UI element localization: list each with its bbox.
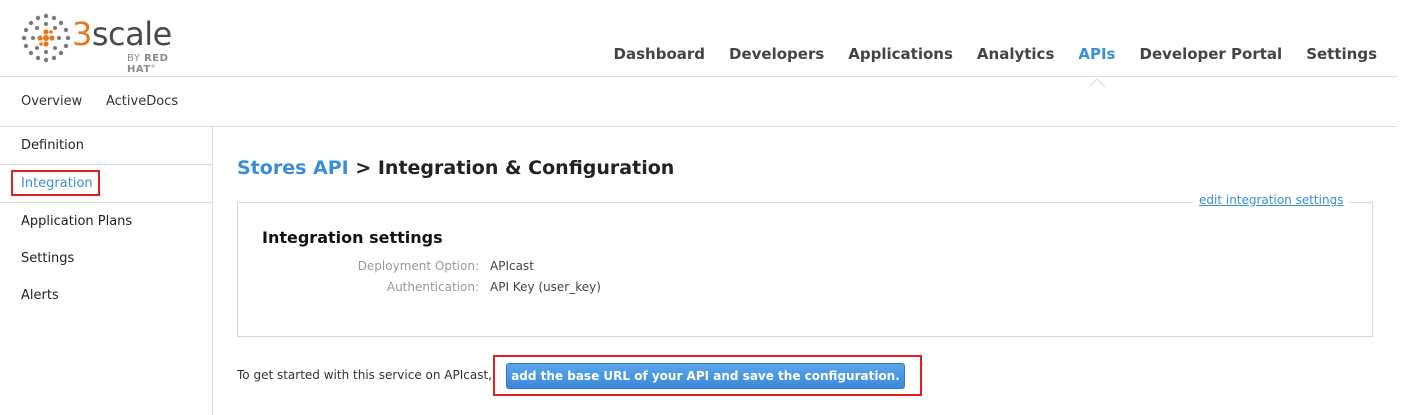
main-nav: Dashboard Developers Applications Analyt… [614, 45, 1377, 87]
edit-integration-settings-link[interactable]: edit integration settings [1193, 193, 1350, 207]
api-name-link[interactable]: Stores API [237, 157, 349, 179]
subnav-overview[interactable]: Overview [21, 94, 82, 109]
nav-developers[interactable]: Developers [729, 45, 824, 63]
page-title-rest: > Integration & Configuration [348, 157, 675, 179]
nav-apis[interactable]: APIs [1078, 45, 1116, 87]
sub-nav: Overview ActiveDocs [0, 77, 1397, 127]
deployment-option-label: Deployment Option: [357, 259, 479, 273]
sidebar: Definition Integration Application Plans… [0, 127, 213, 415]
nav-analytics[interactable]: Analytics [977, 45, 1054, 63]
logo-wordmark: 3scale [72, 15, 172, 53]
logo-byline: BY RED HAT° [127, 53, 169, 75]
authentication-label: Authentication: [386, 280, 479, 294]
page-title: Stores API > Integration & Configuration [237, 157, 674, 179]
sidebar-item-definition[interactable]: Definition [0, 138, 213, 153]
nav-developer-portal[interactable]: Developer Portal [1140, 45, 1283, 63]
nav-settings[interactable]: Settings [1306, 45, 1377, 63]
top-header: 3scale BY RED HAT° Dashboard Developers … [0, 0, 1397, 87]
authentication-value: API Key (user_key) [490, 280, 601, 294]
nav-apis-label: APIs [1078, 45, 1116, 63]
nav-applications[interactable]: Applications [848, 45, 953, 63]
sidebar-divider [0, 164, 213, 165]
integration-highlight-box [11, 170, 100, 196]
sidebar-item-alerts[interactable]: Alerts [0, 288, 213, 303]
3scale-logo[interactable]: 3scale BY RED HAT° [20, 12, 192, 75]
subnav-activedocs[interactable]: ActiveDocs [106, 94, 178, 109]
get-started-text: To get started with this service on APIc… [237, 368, 492, 382]
sidebar-item-settings[interactable]: Settings [0, 251, 213, 266]
panel-heading: Integration settings [262, 228, 443, 247]
add-base-url-button[interactable]: add the base URL of your API and save th… [506, 363, 905, 389]
nav-dashboard[interactable]: Dashboard [614, 45, 705, 63]
3scale-dots-icon [21, 13, 71, 63]
sidebar-divider [0, 202, 213, 203]
integration-settings-panel: Integration settings Deployment Option: … [237, 202, 1373, 337]
deployment-option-value: APIcast [490, 259, 534, 273]
sidebar-item-application-plans[interactable]: Application Plans [0, 214, 213, 229]
